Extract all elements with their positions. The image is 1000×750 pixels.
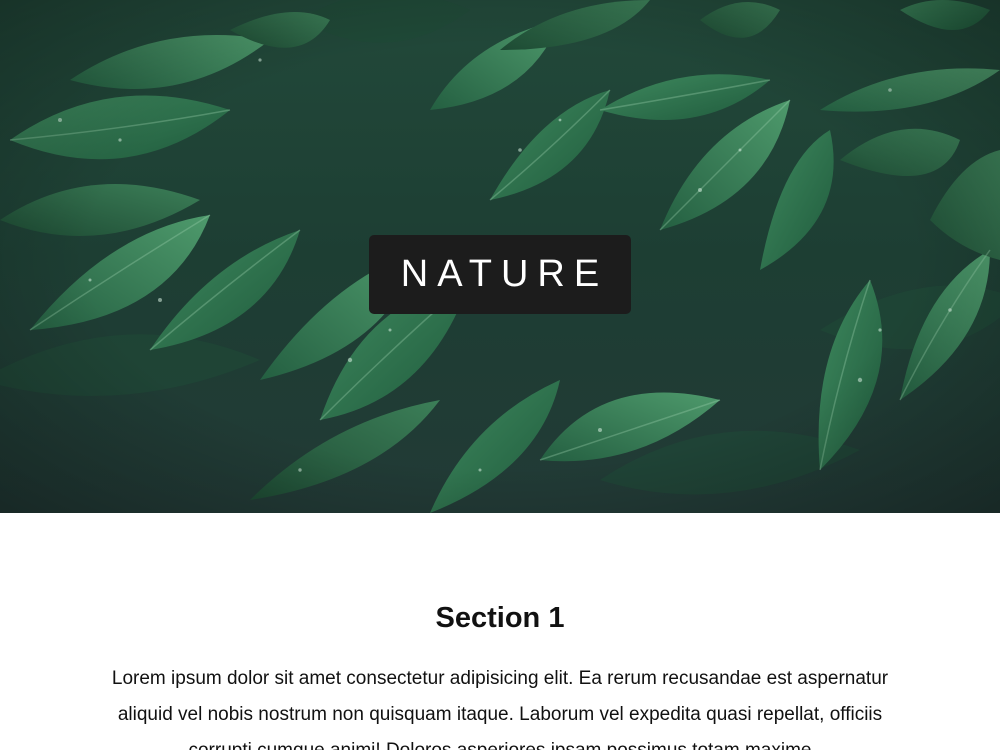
- section-title: Section 1: [435, 602, 565, 634]
- section-1: Section 1 Lorem ipsum dolor sit amet con…: [0, 513, 1000, 750]
- hero-banner: NATURE: [0, 0, 1000, 513]
- hero-title-badge: NATURE: [369, 235, 631, 314]
- section-body-text: Lorem ipsum dolor sit amet consectetur a…: [111, 668, 889, 750]
